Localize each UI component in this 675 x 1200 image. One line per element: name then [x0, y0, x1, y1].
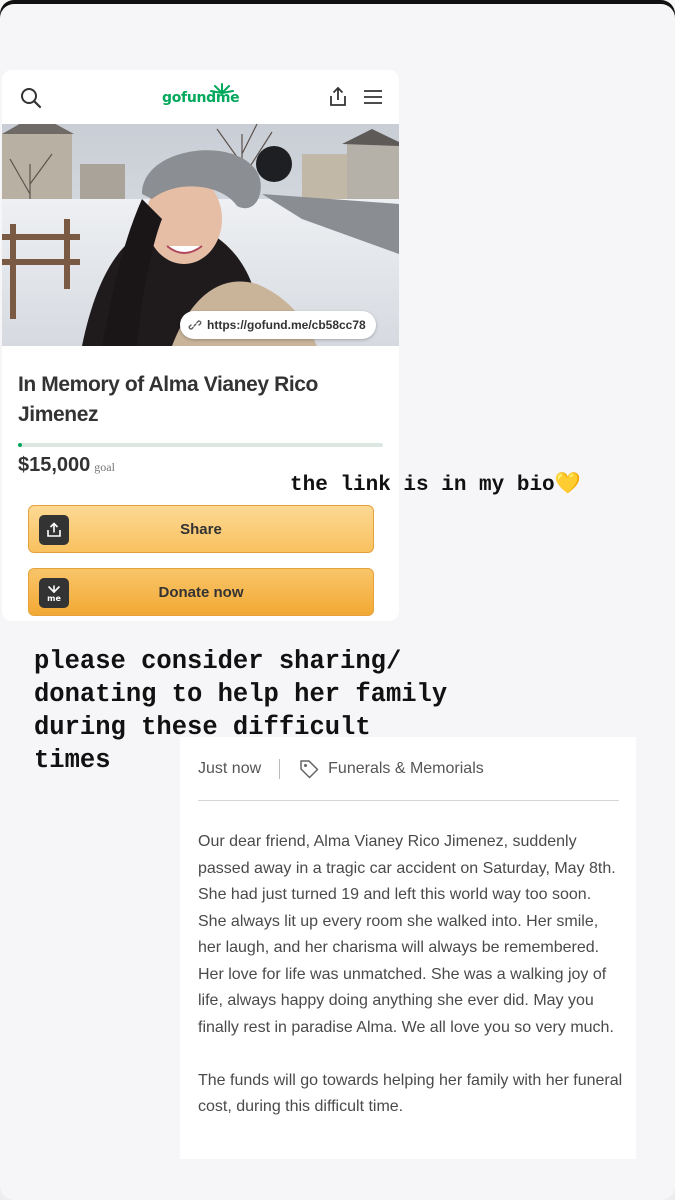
campaign-description-card: Just now Funerals & Memorials Our dear f…	[180, 737, 636, 1159]
search-icon[interactable]	[19, 86, 43, 110]
link-icon	[188, 320, 202, 330]
tag-icon	[300, 760, 319, 779]
gofundme-logo-burst-icon	[210, 83, 234, 94]
category-link[interactable]: Funerals & Memorials	[328, 760, 484, 778]
plea-line: please consider sharing/	[34, 647, 402, 676]
share-button[interactable]: Share	[28, 505, 374, 553]
campaign-link-url[interactable]: https://gofund.me/cb58cc78	[207, 318, 366, 332]
goal-line: $15,000 goal	[18, 454, 115, 477]
gofundme-header: gofundme	[2, 70, 399, 124]
share-upload-icon[interactable]	[327, 85, 349, 109]
campaign-title: In Memory of Alma Vianey Rico Jimenez	[18, 373, 318, 426]
story-top-inner	[0, 4, 675, 24]
donate-now-button[interactable]: me Donate now	[28, 568, 374, 616]
bio-link-caption: the link is in my bio💛	[290, 474, 581, 497]
meta-separator	[279, 759, 281, 779]
hamburger-menu-icon[interactable]	[362, 88, 384, 106]
plea-line: donating to help her family	[34, 680, 448, 709]
share-icon	[39, 515, 69, 545]
goal-amount: $15,000	[18, 454, 91, 476]
donation-progress-bar	[18, 443, 383, 447]
campaign-story-text: Our dear friend, Alma Vianey Rico Jimene…	[198, 829, 623, 1121]
story-paragraph: The funds will go towards helping her fa…	[198, 1071, 623, 1116]
donation-progress-fill	[18, 443, 22, 447]
goal-label: goal	[94, 460, 115, 474]
posted-time: Just now	[198, 760, 262, 777]
gofundme-card: gofundme https://gofund.me/cb58cc78 In M…	[2, 70, 399, 621]
campaign-link-pill[interactable]: https://gofund.me/cb58cc78	[180, 311, 376, 339]
meta-divider	[198, 800, 619, 801]
story-paragraph: Our dear friend, Alma Vianey Rico Jimene…	[198, 833, 616, 1036]
svg-text:me: me	[47, 594, 61, 603]
share-button-label: Share	[180, 520, 222, 538]
donate-button-label: Donate now	[158, 583, 244, 601]
campaign-meta-row: Just now Funerals & Memorials	[198, 757, 484, 781]
gofundme-mark-icon: me	[39, 578, 69, 608]
